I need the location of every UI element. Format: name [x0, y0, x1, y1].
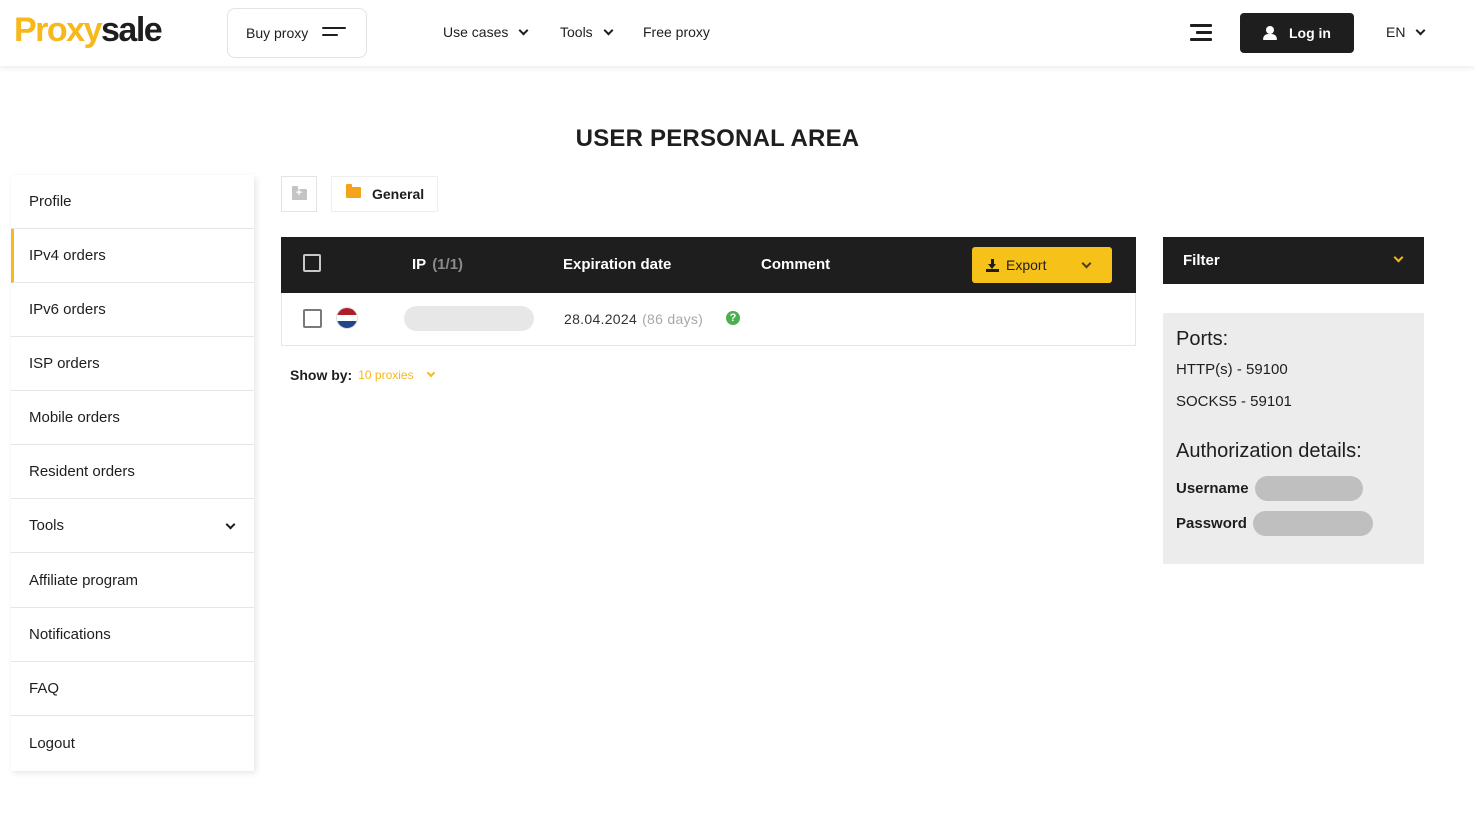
username-redacted[interactable] [1254, 476, 1363, 501]
sidebar-item-label: Tools [29, 517, 65, 534]
login-button[interactable]: Log in [1240, 13, 1354, 53]
buy-proxy-button[interactable]: Buy proxy [227, 8, 367, 58]
export-button[interactable]: Export [972, 247, 1112, 283]
chevron-down-icon[interactable] [1081, 258, 1092, 269]
sidebar-item-label: Profile [29, 193, 72, 210]
orders-table-header: IP (1/1) Expiration date Comment Export [281, 237, 1136, 293]
password-row: Password [1176, 511, 1373, 536]
chevron-down-icon [1416, 25, 1426, 35]
nav-free-proxy-label: Free proxy [643, 24, 710, 40]
chevron-down-icon [426, 368, 435, 378]
nav-tools[interactable]: Tools [560, 24, 614, 40]
proxysale-logo[interactable]: Proxysale [14, 11, 163, 49]
export-label: Export [1006, 257, 1047, 273]
folder-plus-icon [291, 185, 307, 201]
sidebar-item-label: ISP orders [29, 355, 100, 372]
expiration-date: 28.04.2024 [564, 311, 638, 327]
ports-title: Ports: [1176, 328, 1229, 350]
chevron-down-icon [1393, 252, 1404, 263]
menu-lines-icon [322, 27, 347, 39]
sidebar-item-logout[interactable]: Logout [11, 716, 254, 770]
column-ip[interactable]: IP (1/1) [412, 256, 463, 273]
sidebar-item-label: Mobile orders [29, 409, 120, 426]
sidebar-item-label: IPv6 orders [29, 301, 106, 318]
sidebar-item-label: FAQ [29, 680, 60, 697]
login-label: Log in [1289, 25, 1331, 41]
sidebar-item-profile[interactable]: Profile [11, 175, 254, 229]
select-all-checkbox[interactable] [303, 254, 321, 272]
port-socks5: SOCKS5 - 59101 [1176, 393, 1292, 410]
filter-toggle[interactable]: Filter [1163, 237, 1424, 284]
chevron-down-icon [518, 25, 529, 35]
chevron-down-icon [225, 519, 236, 530]
folder-label: General [372, 186, 425, 202]
column-expiration-date[interactable]: Expiration date [563, 256, 671, 273]
sidebar-item-tools[interactable]: Tools [11, 499, 254, 553]
logo-part-2: sale [101, 11, 163, 49]
sidebar-item-label: IPv4 orders [29, 247, 106, 264]
expiration-date-cell: 28.04.2024 (86 days) [564, 311, 703, 327]
nav-use-cases[interactable]: Use cases [443, 24, 529, 40]
sidebar-item-label: Notifications [29, 626, 111, 643]
sidebar-item-label: Resident orders [29, 463, 135, 480]
sidebar-item-faq[interactable]: FAQ [11, 662, 254, 716]
sidebar-item-ipv6-orders[interactable]: IPv6 orders [11, 283, 254, 337]
connection-info-panel: Ports: HTTP(s) - 59100 SOCKS5 - 59101 Au… [1163, 313, 1424, 564]
nav-free-proxy[interactable]: Free proxy [643, 24, 710, 40]
nav-use-cases-label: Use cases [443, 24, 509, 40]
sidebar-item-label: Logout [29, 734, 75, 752]
download-icon [986, 258, 999, 272]
username-label: Username [1176, 480, 1249, 497]
hamburger-menu-icon[interactable] [1190, 24, 1212, 42]
language-selector[interactable]: EN [1386, 24, 1426, 40]
ip-count: (1/1) [432, 256, 464, 273]
show-by-label: Show by: [290, 367, 353, 383]
authorization-title: Authorization details: [1176, 440, 1362, 462]
sidebar-item-notifications[interactable]: Notifications [11, 608, 254, 662]
language-label: EN [1386, 24, 1406, 40]
filter-label: Filter [1183, 252, 1220, 269]
sidebar-item-affiliate-program[interactable]: Affiliate program [11, 554, 254, 608]
row-checkbox[interactable] [303, 309, 322, 328]
folder-tab-general[interactable]: General [331, 176, 438, 212]
account-sidebar: Profile IPv4 orders IPv6 orders ISP orde… [11, 175, 254, 771]
column-ip-label: IP [412, 256, 427, 273]
folder-icon [346, 183, 361, 198]
buy-proxy-label: Buy proxy [246, 25, 309, 41]
sidebar-item-isp-orders[interactable]: ISP orders [11, 337, 254, 391]
chevron-down-icon [603, 25, 614, 35]
password-redacted[interactable] [1252, 511, 1373, 536]
question-help-icon[interactable]: ? [726, 311, 740, 325]
nav-tools-label: Tools [560, 24, 593, 40]
days-remaining: (86 days) [642, 311, 704, 327]
add-folder-button[interactable] [281, 176, 317, 212]
table-row: 28.04.2024 (86 days) ? [281, 293, 1136, 346]
logo-part-1: Proxy [14, 11, 103, 49]
page-title: USER PERSONAL AREA [575, 125, 860, 152]
show-by-value: 10 proxies [358, 368, 414, 382]
username-row: Username [1176, 476, 1363, 501]
sidebar-item-mobile-orders[interactable]: Mobile orders [11, 391, 254, 445]
sidebar-item-label: Affiliate program [29, 572, 138, 589]
password-label: Password [1176, 515, 1247, 532]
port-http: HTTP(s) - 59100 [1176, 361, 1288, 378]
netherlands-flag-icon [336, 307, 358, 329]
ip-address-redacted [404, 306, 534, 331]
site-header: Proxysale Buy proxy Use cases Tools Free… [0, 0, 1475, 66]
show-by-selector[interactable]: Show by: 10 proxies [290, 367, 435, 383]
sidebar-item-ipv4-orders[interactable]: IPv4 orders [11, 229, 254, 283]
column-comment[interactable]: Comment [761, 256, 830, 273]
sidebar-item-resident-orders[interactable]: Resident orders [11, 445, 254, 499]
user-icon [1263, 26, 1277, 40]
